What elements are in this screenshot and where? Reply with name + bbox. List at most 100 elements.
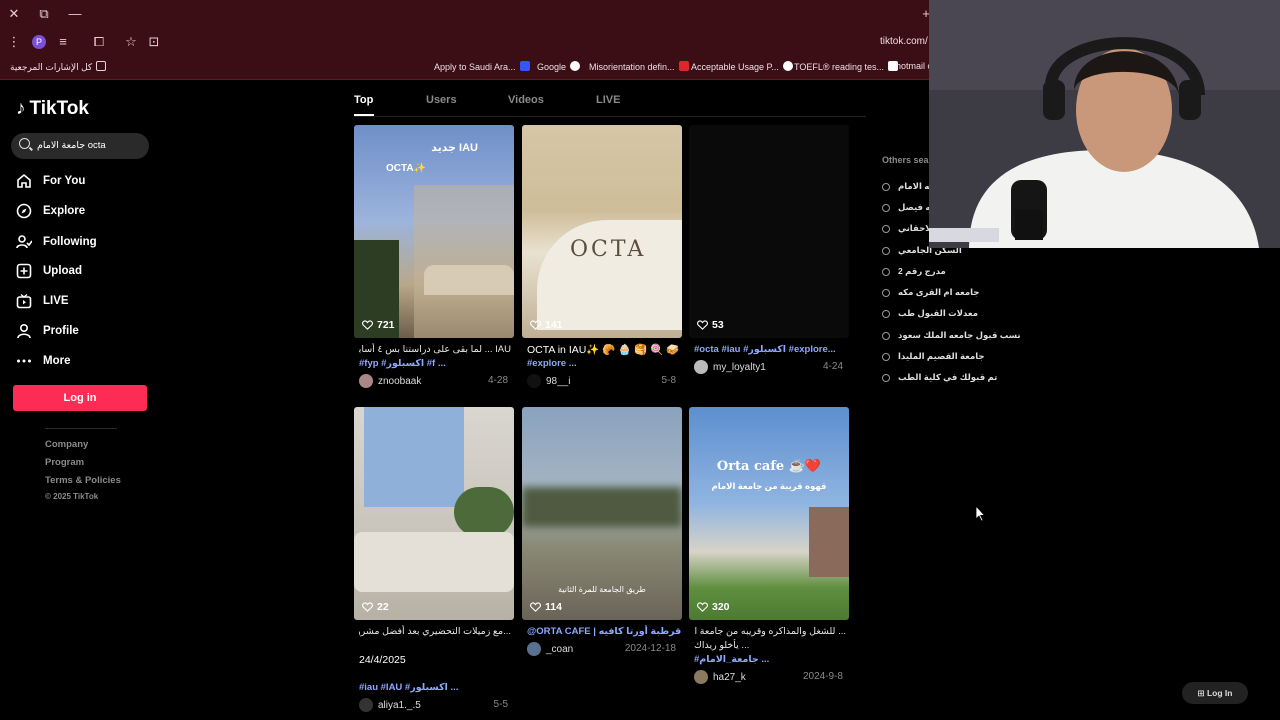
tab-live[interactable]: LIVE	[596, 94, 620, 106]
video-description-date[interactable]: 24/4/2025	[359, 653, 406, 667]
video-tags[interactable]: #جامعة_الامام ...	[694, 653, 769, 667]
nav-item-upload[interactable]: Upload	[16, 260, 82, 282]
media-icon[interactable]: ≡	[55, 34, 71, 49]
video-tags[interactable]: #fyp #اكسبلور #f ...	[359, 357, 446, 371]
related-search-item[interactable]: تم قبولك في كلية الطب	[882, 372, 997, 383]
related-search-item[interactable]: مدرج رقم 2	[882, 266, 946, 277]
thumb-caption: OCTA✨	[386, 163, 427, 174]
google-icon	[570, 61, 581, 71]
bookmark-misorientation[interactable]: Misorientation defin...	[589, 61, 689, 72]
video-author[interactable]: _coan	[527, 642, 573, 656]
search-icon	[19, 138, 30, 149]
hashtags[interactable]: #octa #iau #اكسبلور #explore...	[694, 344, 836, 355]
footer-link-terms[interactable]: Terms & Policies	[45, 475, 121, 486]
floating-login-button[interactable]: ⊞ Log In	[1182, 682, 1248, 704]
menu-icon[interactable]: ⋮	[6, 34, 22, 50]
footer-link-program[interactable]: Program	[45, 457, 84, 468]
hashtags[interactable]: #explore ...	[527, 358, 577, 369]
video-tags[interactable]: @ORTA CAFE | قرطبة أورتا كافيه ...	[527, 625, 682, 639]
video-author[interactable]: znoobaak	[359, 374, 421, 388]
video-author[interactable]: my_loyalty1	[694, 360, 766, 374]
extensions-icon[interactable]: ⧠	[91, 34, 107, 50]
tiktok-note-icon: ♪	[16, 98, 26, 119]
hashtags[interactable]: #جامعة_الامام ...	[694, 654, 769, 665]
author-name: 98__i	[546, 375, 571, 387]
video-thumbnail[interactable]: طريق الجامعة للمرة الثانية 114	[522, 407, 682, 620]
active-tab-indicator	[354, 114, 374, 116]
more-icon	[17, 359, 31, 363]
video-tags[interactable]: #explore ...	[527, 357, 577, 371]
video-thumbnail[interactable]: جديد IAU OCTA✨ 721	[354, 125, 514, 338]
likes-value: 141	[545, 319, 563, 331]
search-icon	[882, 224, 890, 233]
nav-item-live[interactable]: LIVE	[16, 290, 69, 312]
install-icon[interactable]: ⊡	[146, 34, 162, 50]
nav-item-profile[interactable]: Profile	[16, 320, 79, 342]
related-search-item[interactable]: نسب قبول جامعه الملك سعود	[882, 330, 1021, 341]
hashtags[interactable]: #fyp #اكسبلور #f ...	[359, 358, 446, 369]
search-icon	[882, 182, 890, 191]
bookmark-google[interactable]: Google	[537, 61, 581, 72]
floating-login-label: Log In	[1206, 688, 1233, 698]
bookmark-label: Misorientation defin...	[589, 62, 675, 72]
bookmark-apply-saudi[interactable]: Apply to Saudi Ara...	[434, 61, 530, 72]
video-description[interactable]: IAU ... لما بقى على دراستنا بس ٤ أسابيع	[359, 343, 511, 357]
tab-videos[interactable]: Videos	[508, 94, 544, 106]
related-search-label: مدرج رقم 2	[898, 266, 946, 276]
bookmark-toefl[interactable]: TOEFL® reading tes...	[794, 61, 899, 72]
minimize-icon[interactable]: —	[67, 6, 83, 21]
related-search-item[interactable]: معدلات القبول طب	[882, 308, 978, 319]
streamer-image	[929, 0, 1280, 248]
search-icon	[882, 373, 890, 382]
bookmark-all[interactable]: كل الإشارات المرجعية	[10, 61, 107, 73]
heart-icon	[362, 320, 373, 330]
video-description[interactable]: ...مع زميلات التحضيري بعد أفضل مشروع	[359, 625, 511, 639]
restore-icon[interactable]: ⧉	[36, 6, 52, 22]
login-button[interactable]: Log in	[13, 385, 147, 411]
star-icon[interactable]: ☆	[123, 34, 139, 50]
footer-link-company[interactable]: Company	[45, 439, 88, 450]
nav-item-more[interactable]: More	[16, 350, 70, 372]
brand-name: TikTok	[29, 98, 89, 119]
sofa	[354, 532, 514, 592]
video-author[interactable]: aliya1._.5	[359, 698, 421, 712]
hashtags[interactable]: @ORTA CAFE | قرطبة أورتا كافيه ...	[527, 626, 682, 637]
bookmark-acceptable-usage[interactable]: Acceptable Usage P...	[691, 61, 793, 72]
hashtags[interactable]: #iau #IAU #اكسبلور ...	[359, 682, 458, 693]
nav-label: More	[43, 355, 71, 367]
video-description[interactable]: OCTA in IAU✨ 🥐 🧁 🥞 🍭 🥪	[527, 343, 679, 357]
tab-top[interactable]: Top	[354, 94, 373, 106]
nav-label: For You	[43, 175, 86, 187]
related-search-item[interactable]: جامعه ام القرى مكه	[882, 287, 979, 298]
avatar	[694, 360, 708, 374]
address-bar[interactable]: tiktok.com/	[880, 36, 928, 47]
related-search-item[interactable]: الاحقاني	[882, 223, 934, 234]
search-input[interactable]: جامعة الامام octa	[11, 133, 149, 159]
video-thumbnail[interactable]: Orta cafe ☕️❤️ قهوه قريبة من جامعة الاما…	[689, 407, 849, 620]
video-thumbnail[interactable]: OCTA 141	[522, 125, 682, 338]
video-author[interactable]: ha27_k	[694, 670, 746, 684]
close-icon[interactable]: ✕	[6, 6, 22, 22]
folder-icon	[96, 61, 107, 71]
bookmark-hotmail[interactable]: hotmail c	[896, 61, 932, 71]
video-thumbnail[interactable]: 22	[354, 407, 514, 620]
video-author[interactable]: 98__i	[527, 374, 570, 388]
site-icon	[519, 61, 530, 71]
search-query: جامعة الامام octa	[37, 140, 106, 151]
tabs-divider	[354, 116, 866, 117]
bookmark-label: كل الإشارات المرجعية	[10, 62, 93, 72]
nav-item-explore[interactable]: Explore	[16, 200, 85, 222]
nav-divider	[45, 428, 117, 429]
video-description[interactable]: ... للشغل والمذاكره وقريبه من جامعة الام…	[694, 625, 846, 639]
video-tags[interactable]: #iau #IAU #اكسبلور ...	[359, 681, 458, 695]
profile-avatar[interactable]: P	[32, 35, 46, 49]
nav-item-following[interactable]: Following	[16, 231, 97, 253]
tab-users[interactable]: Users	[426, 94, 457, 106]
video-thumbnail[interactable]: 53	[689, 125, 849, 338]
video-description[interactable]: ... يأخلو ريداك	[694, 639, 846, 653]
author-name: ha27_k	[713, 671, 746, 683]
related-search-item[interactable]: جامعة القصيم المليدا	[882, 351, 985, 362]
video-tags[interactable]: #octa #iau #اكسبلور #explore...	[694, 343, 836, 357]
tiktok-logo[interactable]: ♪ TikTok	[16, 98, 89, 120]
nav-item-for-you[interactable]: For You	[16, 170, 85, 192]
